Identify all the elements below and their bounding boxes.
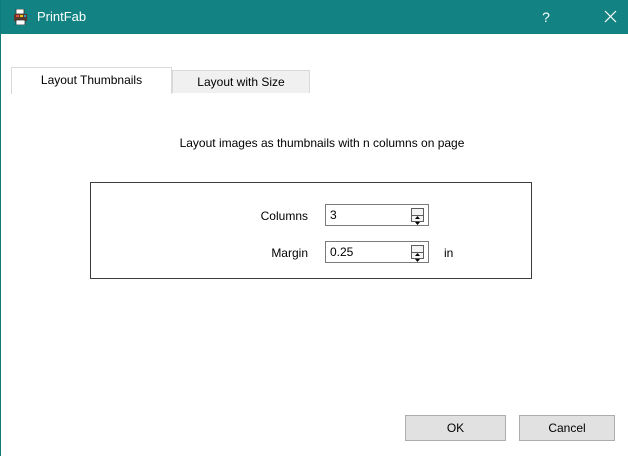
- columns-stepper[interactable]: [411, 208, 424, 225]
- printfab-app-icon: [13, 8, 29, 26]
- close-button[interactable]: [593, 0, 628, 34]
- spin-down-icon[interactable]: [412, 215, 423, 225]
- margin-value[interactable]: 0.25: [330, 244, 353, 260]
- spin-down-icon[interactable]: [412, 252, 423, 262]
- tab-layout-with-size[interactable]: Layout with Size: [172, 70, 310, 93]
- columns-value[interactable]: 3: [330, 207, 337, 223]
- cancel-button[interactable]: Cancel: [519, 415, 615, 441]
- ok-button[interactable]: OK: [405, 415, 506, 441]
- margin-stepper[interactable]: [411, 245, 424, 262]
- settings-group: [90, 182, 532, 279]
- close-icon: [604, 10, 617, 23]
- layout-description: Layout images as thumbnails with n colum…: [179, 136, 465, 150]
- columns-spinbox[interactable]: 3: [325, 204, 429, 226]
- title-bar[interactable]: PrintFab ?: [1, 0, 628, 34]
- tab-layout-thumbnails[interactable]: Layout Thumbnails: [11, 67, 172, 94]
- columns-label: Columns: [260, 209, 308, 223]
- margin-unit: in: [444, 246, 454, 260]
- margin-label: Margin: [271, 246, 308, 260]
- margin-spinbox[interactable]: 0.25: [325, 241, 429, 263]
- window-title: PrintFab: [37, 9, 87, 24]
- printfab-dialog: PrintFab ? Layout Thumbnails Layout with…: [0, 0, 628, 456]
- help-button[interactable]: ?: [531, 0, 561, 34]
